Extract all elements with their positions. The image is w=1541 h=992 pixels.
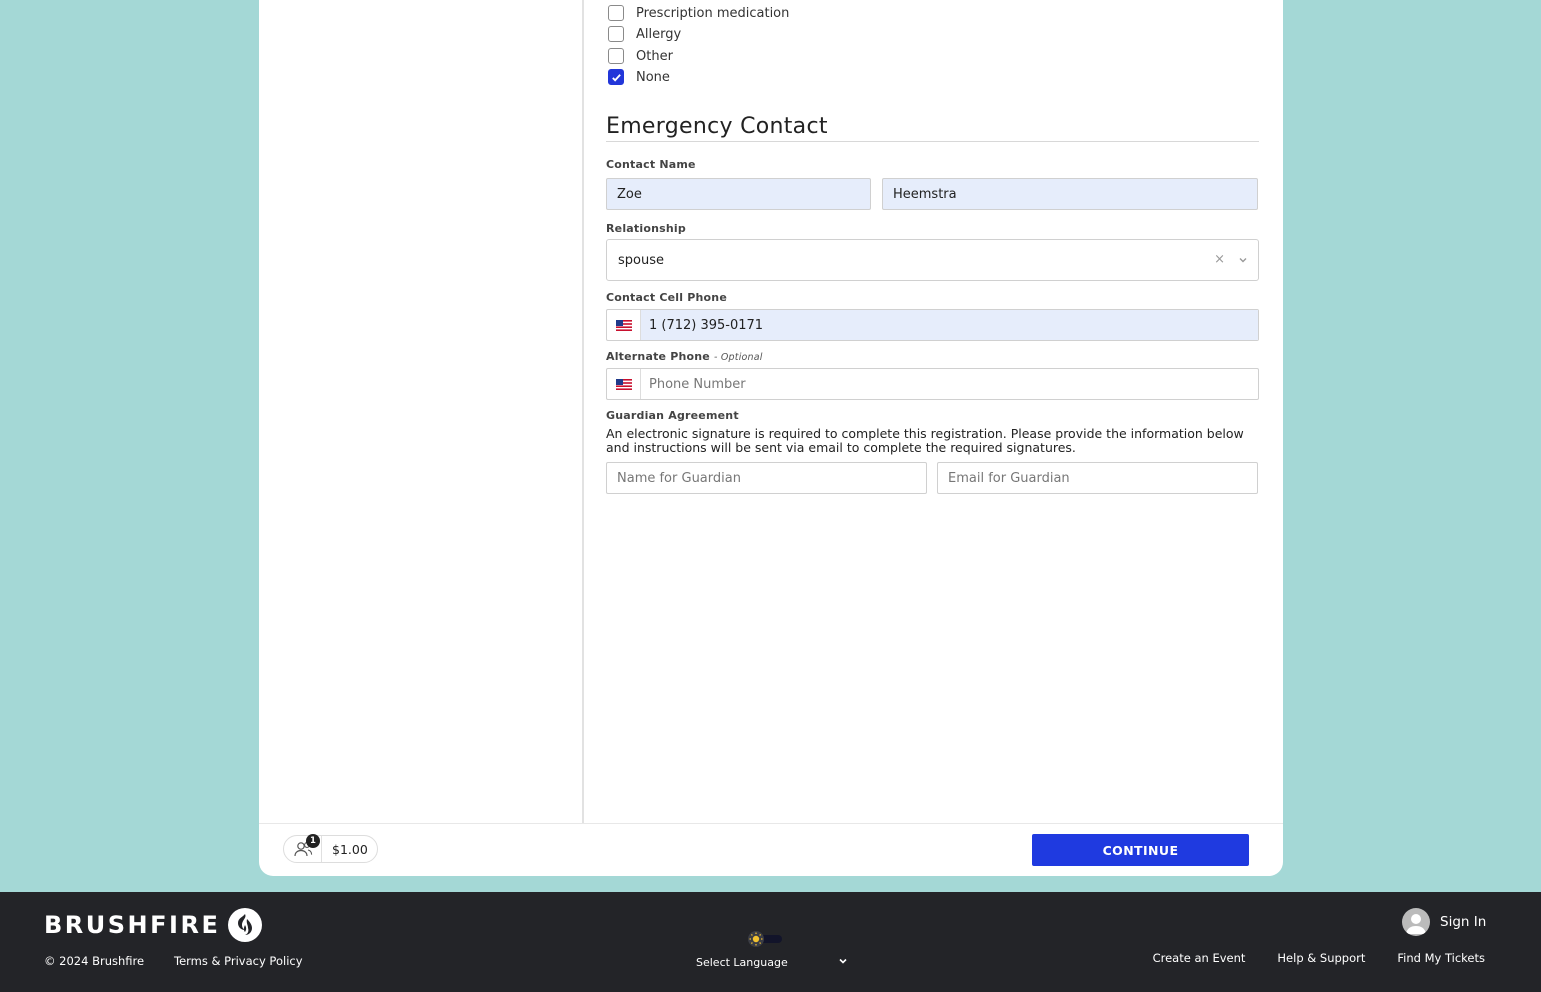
relationship-label: Relationship (606, 222, 686, 235)
checkbox-label: Other (636, 48, 673, 64)
terms-privacy-link[interactable]: Terms & Privacy Policy (174, 954, 303, 968)
brushfire-flame-icon (228, 908, 263, 942)
checkbox-other[interactable]: Other (608, 48, 673, 64)
continue-button[interactable]: CONTINUE (1032, 834, 1249, 866)
cart-total: $1.00 (332, 841, 368, 857)
footer-links: Create an Event Help & Support Find My T… (1153, 951, 1485, 965)
left-column (259, 0, 584, 823)
sun-icon (748, 931, 782, 947)
contact-cell-phone-value: 1 (712) 395-0171 (641, 310, 1258, 340)
guardian-agreement-label: Guardian Agreement (606, 409, 739, 422)
checkbox-label: Allergy (636, 26, 682, 42)
guardian-name-input[interactable]: Name for Guardian (606, 462, 927, 494)
registration-card: Prescription medication Allergy Other No… (259, 0, 1283, 876)
chevron-down-icon[interactable] (1238, 254, 1248, 269)
alternate-phone-placeholder: Phone Number (649, 376, 746, 392)
us-flag-icon[interactable] (607, 310, 641, 340)
guardian-agreement-text: An electronic signature is required to c… (606, 426, 1244, 455)
alternate-phone-placeholder-wrap: Phone Number (641, 369, 1258, 399)
contact-cell-phone-label: Contact Cell Phone (606, 291, 727, 304)
cart-count-badge: 1 (306, 834, 320, 848)
guardian-email-input[interactable]: Email for Guardian (937, 462, 1258, 494)
relationship-select[interactable]: spouse × (606, 239, 1259, 281)
clear-icon[interactable]: × (1214, 252, 1225, 267)
sign-in-label: Sign In (1440, 914, 1487, 930)
help-support-link[interactable]: Help & Support (1277, 951, 1365, 965)
checkbox-prescription-medication[interactable]: Prescription medication (608, 5, 789, 21)
theme-toggle[interactable] (746, 930, 782, 948)
relationship-value: spouse (618, 252, 664, 268)
check-icon (611, 73, 621, 82)
people-icon[interactable]: 1 (284, 834, 322, 862)
create-event-link[interactable]: Create an Event (1153, 951, 1246, 965)
language-select-label: Select Language (696, 956, 788, 969)
contact-cell-phone-input[interactable]: 1 (712) 395-0171 (606, 309, 1259, 341)
alternate-phone-label-text: Alternate Phone (606, 350, 710, 363)
last-name-input[interactable]: Heemstra (882, 178, 1258, 210)
checkbox-label: None (636, 69, 670, 85)
checkbox-none[interactable]: None (608, 69, 670, 85)
alternate-phone-input[interactable]: Phone Number (606, 368, 1259, 400)
section-title: Emergency Contact (606, 114, 1259, 142)
checkbox-box[interactable] (608, 26, 624, 42)
alternate-phone-label: Alternate Phone - Optional (606, 350, 763, 363)
logo-text: BRUSHFIRE (44, 911, 221, 939)
chevron-down-icon (838, 956, 848, 969)
checkbox-box[interactable] (608, 5, 624, 21)
copyright-text: © 2024 Brushfire (44, 954, 145, 968)
sign-in-link[interactable]: Sign In (1402, 908, 1486, 936)
brushfire-logo[interactable]: BRUSHFIRE (44, 908, 263, 942)
us-flag-icon[interactable] (607, 369, 641, 399)
cart-summary[interactable]: 1 $1.00 (283, 834, 378, 863)
optional-tag: - Optional (714, 352, 763, 363)
language-select[interactable]: Select Language (696, 956, 848, 969)
last-name-value: Heemstra (893, 186, 957, 202)
guardian-email-placeholder: Email for Guardian (948, 470, 1070, 486)
find-my-tickets-link[interactable]: Find My Tickets (1397, 951, 1485, 965)
checkout-bar: 1 $1.00 CONTINUE (259, 823, 1283, 876)
checkbox-allergy[interactable]: Allergy (608, 26, 681, 42)
checkbox-box[interactable] (608, 48, 624, 64)
guardian-name-placeholder: Name for Guardian (617, 470, 741, 486)
first-name-input[interactable]: Zoe (606, 178, 871, 210)
contact-name-label: Contact Name (606, 158, 696, 171)
checkbox-box[interactable] (608, 69, 624, 85)
checkbox-label: Prescription medication (636, 5, 790, 21)
site-footer: BRUSHFIRE © 2024 Brushfire Terms & Priva… (0, 892, 1541, 992)
user-avatar-icon (1402, 908, 1430, 936)
first-name-value: Zoe (617, 186, 642, 202)
